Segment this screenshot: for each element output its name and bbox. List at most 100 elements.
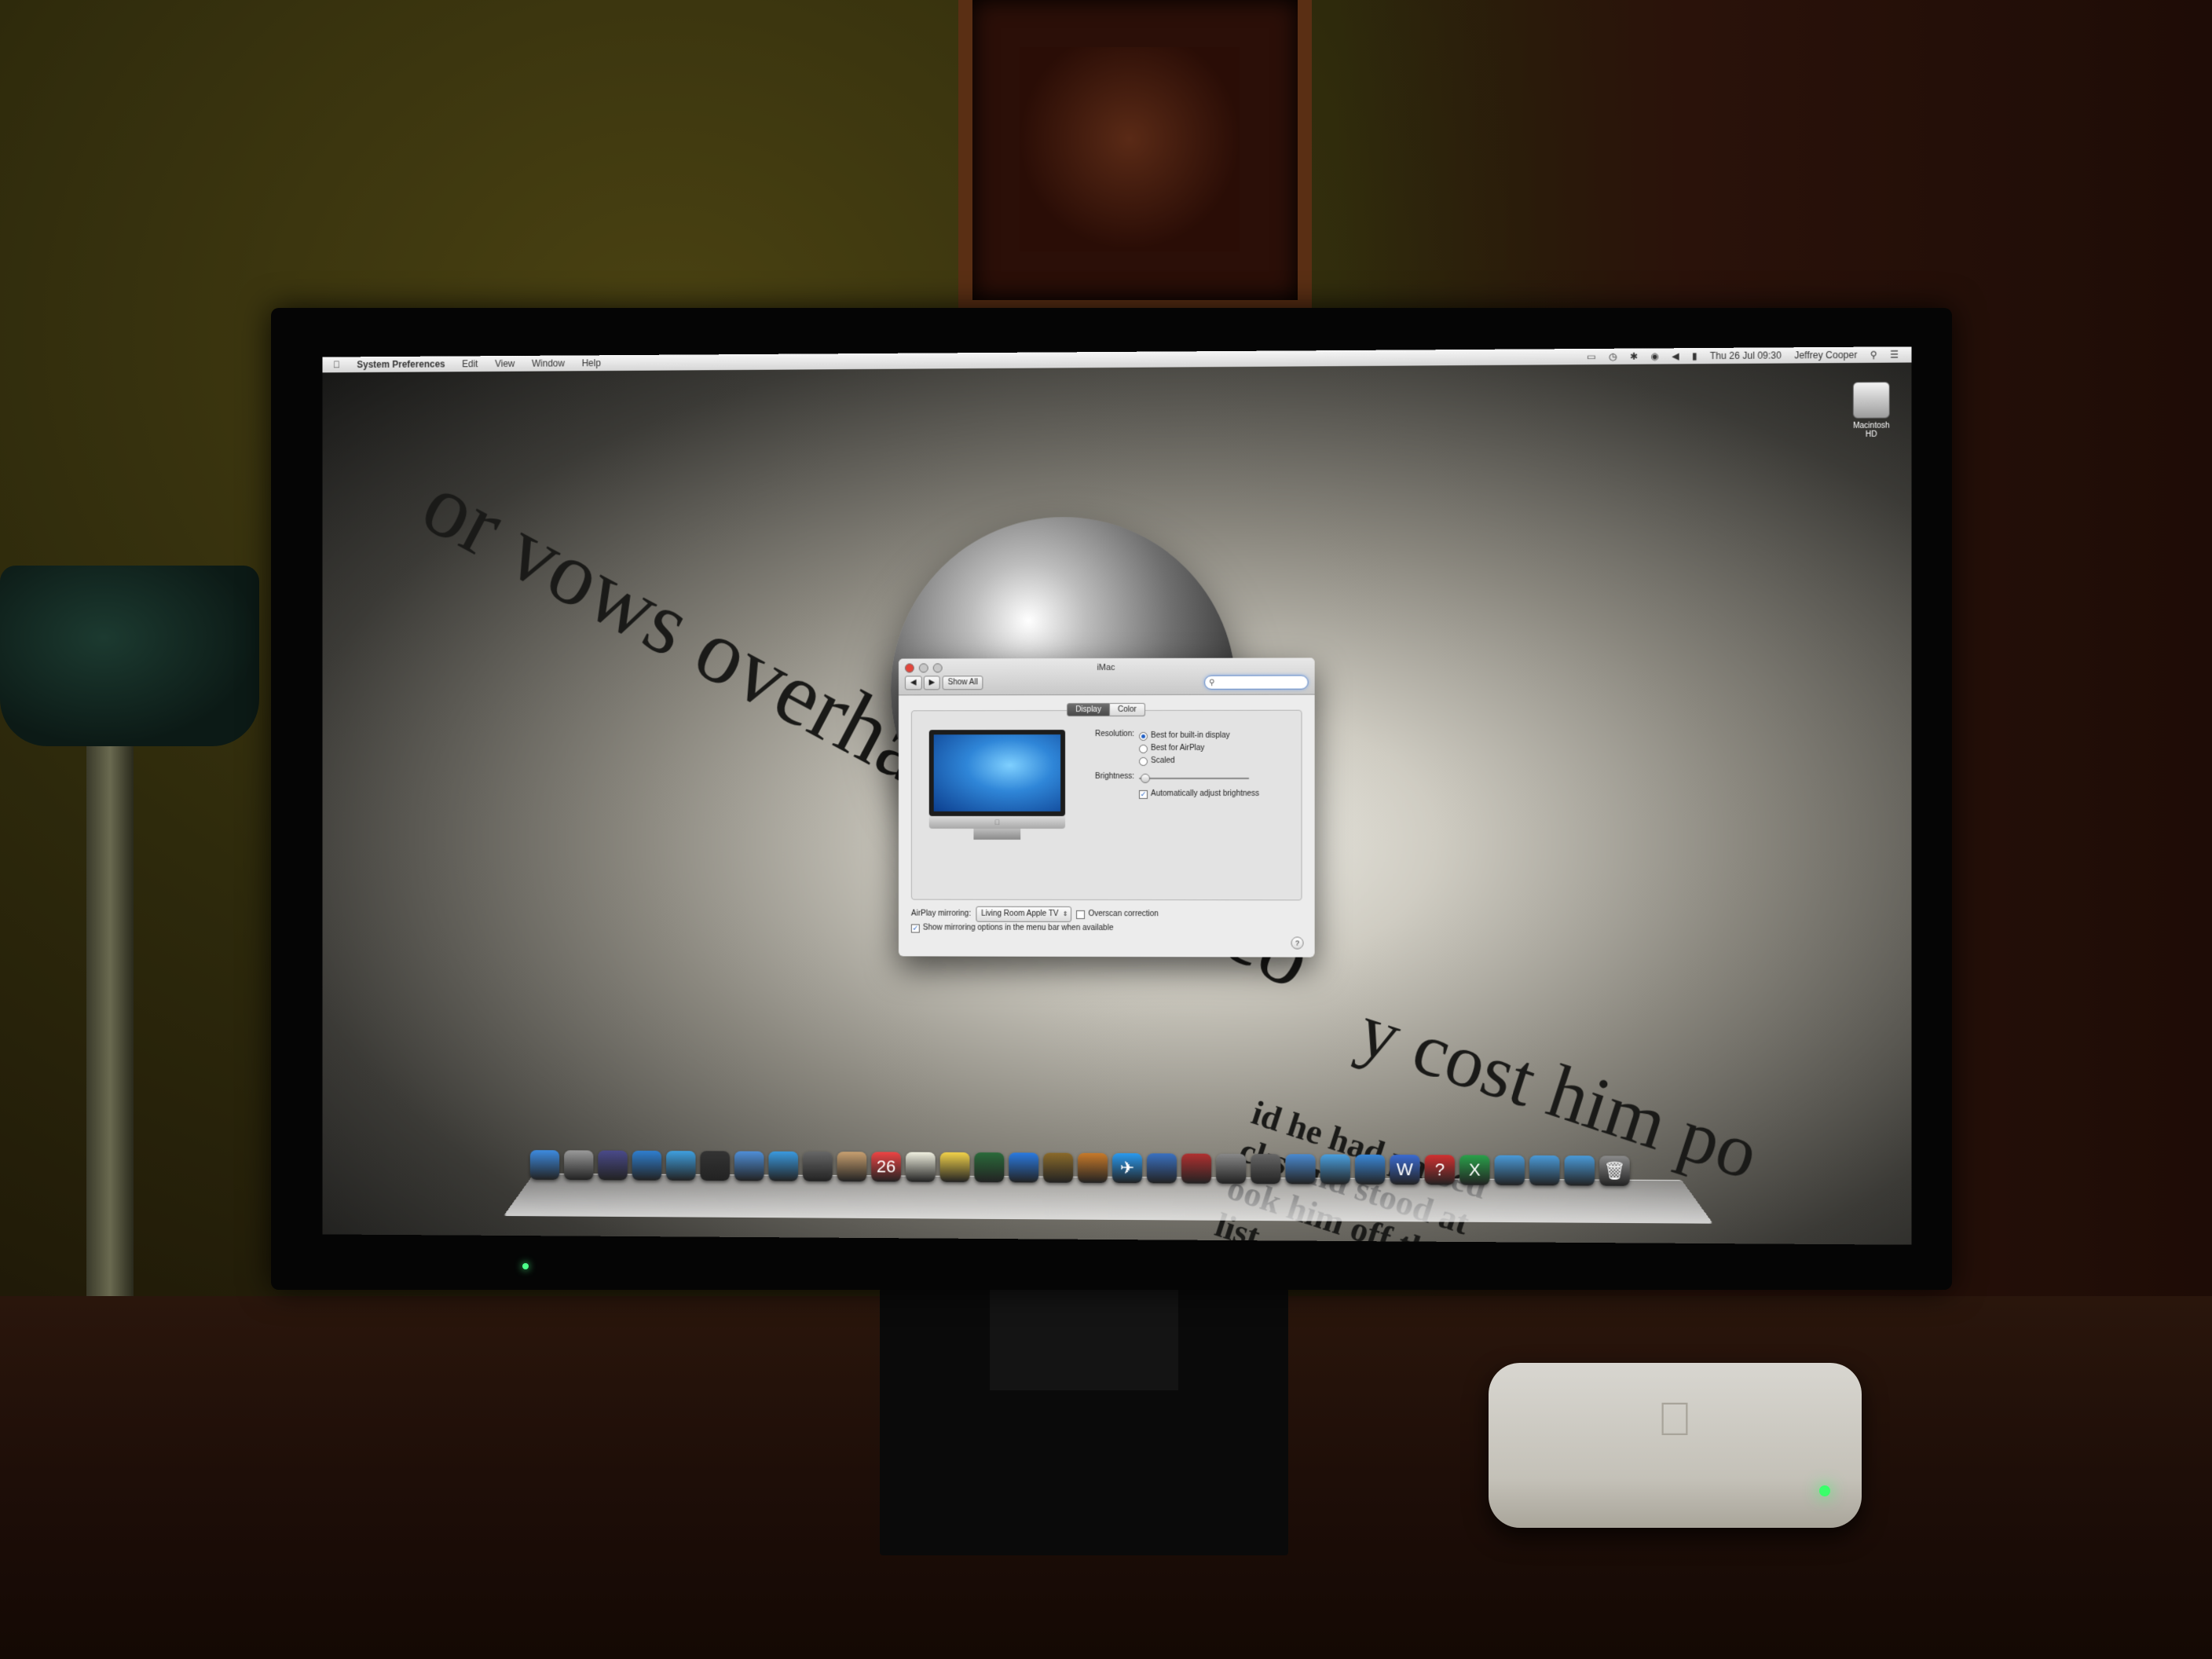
- dock: 26 ✈ W? X 🗑: [529, 1150, 1630, 1186]
- notification-center-icon[interactable]: ☰: [1890, 349, 1899, 360]
- menu-help[interactable]: Help: [582, 357, 601, 368]
- auto-brightness-checkbox[interactable]: ✓ Automatically adjust brightness: [1138, 788, 1260, 800]
- airplay-value: Living Room Apple TV: [981, 909, 1059, 918]
- radio-button[interactable]: [1138, 731, 1148, 741]
- battery-icon[interactable]: ▮: [1692, 350, 1697, 361]
- folder-documents-icon[interactable]: [1529, 1155, 1560, 1186]
- airplay-icon[interactable]: ▭: [1587, 351, 1596, 362]
- radio-button[interactable]: [1138, 744, 1148, 753]
- notes-icon[interactable]: [905, 1152, 936, 1182]
- app-icon-blue[interactable]: [1354, 1154, 1386, 1185]
- time-machine-icon[interactable]: [974, 1152, 1005, 1183]
- photo-booth-icon[interactable]: [1181, 1153, 1212, 1184]
- menu-extras: ▭ ◷ ✱ ◉ ◀ ▮ Thu 26 Jul 09:30 Jeffrey Coo…: [1587, 349, 1911, 362]
- mission-control-icon[interactable]: [598, 1150, 628, 1181]
- radio-label: Best for built-in display: [1151, 731, 1230, 740]
- display-preferences-window: iMac ◀ ▶ Show All ⚲ Display Color : [898, 657, 1315, 958]
- twitter-icon[interactable]: ✈: [1111, 1153, 1142, 1184]
- back-button[interactable]: ◀: [904, 676, 922, 690]
- volume-icon[interactable]: ◀: [1672, 350, 1679, 361]
- radio-button[interactable]: [1138, 756, 1148, 766]
- window-titlebar[interactable]: iMac ◀ ▶ Show All ⚲: [898, 657, 1315, 696]
- stickies-icon[interactable]: [939, 1152, 970, 1182]
- bluetooth-icon[interactable]: ✱: [1630, 351, 1638, 362]
- overscan-checkbox[interactable]: Overscan correction: [1076, 908, 1159, 921]
- forward-button[interactable]: ▶: [923, 676, 941, 690]
- checkbox[interactable]: ✓: [1138, 789, 1148, 799]
- search-field[interactable]: ⚲: [1204, 675, 1309, 690]
- search-input[interactable]: [1214, 677, 1297, 688]
- menu-window[interactable]: Window: [532, 358, 565, 369]
- excel-icon[interactable]: X: [1459, 1155, 1490, 1185]
- brightness-slider[interactable]: [1138, 773, 1250, 783]
- imac-screen: [928, 730, 1066, 816]
- menu-app-name[interactable]: System Preferences: [357, 359, 445, 371]
- apple-logo-icon: : [1650, 1394, 1700, 1445]
- text-app-icon[interactable]: ?: [1424, 1155, 1455, 1185]
- show-all-button[interactable]: Show All: [942, 676, 983, 690]
- menu-user[interactable]: Jeffrey Cooper: [1794, 350, 1857, 361]
- trash-icon[interactable]: 🗑: [1599, 1155, 1630, 1186]
- status-led: [1819, 1485, 1830, 1496]
- safari-icon[interactable]: [666, 1151, 696, 1181]
- checkbox[interactable]: ✓: [910, 924, 920, 933]
- resolution-row: Resolution: Best for built-in display Be…: [1084, 730, 1288, 767]
- menu-edit[interactable]: Edit: [462, 358, 478, 369]
- wifi-icon[interactable]: ◉: [1650, 350, 1659, 361]
- resolution-option-airplay[interactable]: Best for AirPlay: [1138, 742, 1230, 755]
- brightness-row: Brightness:: [1084, 772, 1288, 783]
- folder-applications-icon[interactable]: [1494, 1155, 1525, 1186]
- chat-icon[interactable]: [1320, 1154, 1350, 1185]
- menu-clock[interactable]: Thu 26 Jul 09:30: [1710, 350, 1782, 361]
- garageband-icon[interactable]: [1078, 1152, 1108, 1183]
- app-store-icon[interactable]: [632, 1150, 662, 1181]
- preview-icon[interactable]: [1285, 1154, 1316, 1185]
- pages-icon[interactable]: W: [1390, 1154, 1420, 1185]
- system-preferences-icon[interactable]: [1216, 1153, 1247, 1185]
- imovie-icon[interactable]: [1043, 1152, 1074, 1183]
- radio-label: Scaled: [1151, 756, 1175, 765]
- calendar-icon[interactable]: 26: [871, 1152, 901, 1182]
- airplay-row: AirPlay mirroring: Living Room Apple TV ⇕…: [911, 906, 1302, 923]
- resolution-option-built-in[interactable]: Best for built-in display: [1138, 730, 1230, 742]
- slider-knob[interactable]: [1140, 773, 1151, 783]
- window-title: iMac: [1097, 662, 1115, 673]
- mail-icon[interactable]: [734, 1151, 764, 1181]
- checkbox-label: Automatically adjust brightness: [1151, 789, 1260, 799]
- messages-icon[interactable]: [768, 1151, 799, 1181]
- lamp-pole: [86, 746, 134, 1296]
- lamp-shade: [0, 566, 259, 746]
- apple-tv: : [1489, 1363, 1862, 1528]
- resolution-option-scaled[interactable]: Scaled: [1138, 755, 1230, 767]
- contacts-icon[interactable]: [837, 1152, 867, 1182]
- folder-downloads-icon[interactable]: [1564, 1155, 1595, 1186]
- help-button[interactable]: ?: [1291, 936, 1304, 950]
- auto-brightness-row: ✓ Automatically adjust brightness: [1084, 788, 1288, 800]
- tab-color[interactable]: Color: [1109, 702, 1145, 716]
- utilities-icon[interactable]: [1251, 1153, 1281, 1185]
- tab-bar: Display Color: [911, 702, 1302, 717]
- show-mirroring-checkbox[interactable]: ✓ Show mirroring options in the menu bar …: [910, 922, 1114, 935]
- time-machine-icon[interactable]: ◷: [1609, 351, 1617, 362]
- search-icon: ⚲: [1209, 678, 1215, 687]
- brightness-label: Brightness:: [1094, 771, 1134, 782]
- framed-artwork: [1020, 47, 1240, 251]
- desktop-hard-drive[interactable]: Macintosh HD: [1848, 381, 1895, 439]
- tab-display[interactable]: Display: [1067, 702, 1110, 717]
- dashboard-icon[interactable]: [700, 1151, 731, 1181]
- launchpad-icon[interactable]: [564, 1150, 594, 1181]
- spotlight-icon[interactable]: ⚲: [1870, 350, 1877, 361]
- radio-label: Best for AirPlay: [1151, 743, 1205, 753]
- window-content: Display Color  Resolution: Best for bui…: [899, 702, 1315, 901]
- airplay-select[interactable]: Living Room Apple TV ⇕: [976, 906, 1072, 922]
- apple-menu-icon[interactable]: : [333, 359, 340, 370]
- checkbox-label: Show mirroring options in the menu bar w…: [922, 923, 1114, 933]
- itunes-icon[interactable]: [1009, 1152, 1039, 1183]
- power-led: [522, 1263, 529, 1269]
- iphoto-icon[interactable]: [1146, 1153, 1177, 1184]
- menu-view[interactable]: View: [495, 358, 515, 369]
- finder-icon[interactable]: [529, 1150, 560, 1180]
- mirroring-section: AirPlay mirroring: Living Room Apple TV ⇕…: [899, 900, 1315, 936]
- checkbox[interactable]: [1076, 910, 1086, 919]
- facetime-icon[interactable]: [802, 1151, 833, 1181]
